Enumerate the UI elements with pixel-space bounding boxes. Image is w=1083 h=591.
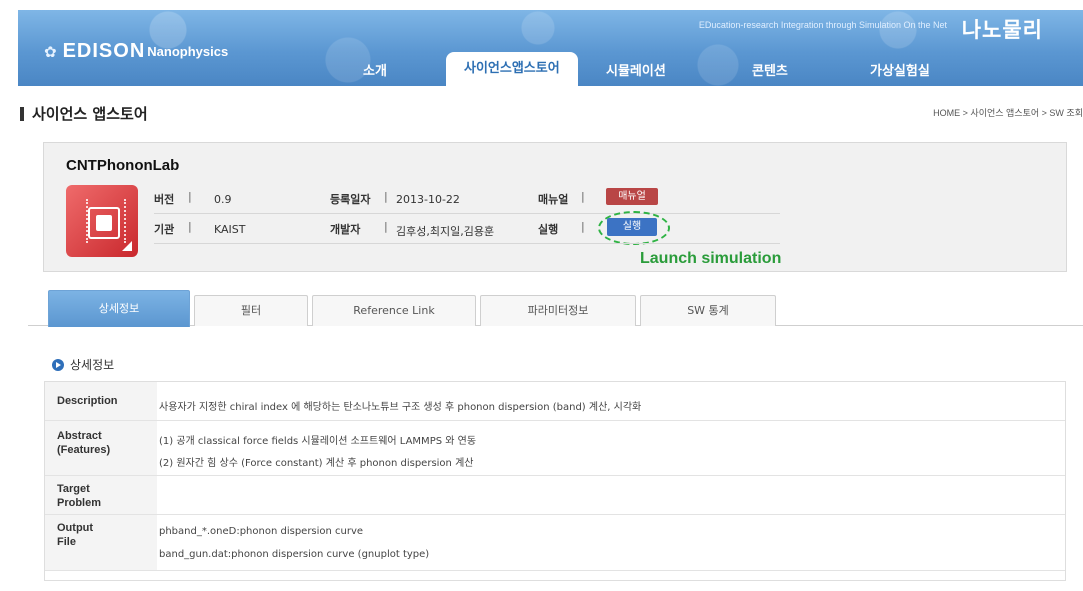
version-label: 버전: [154, 193, 175, 206]
detail-value: (2) 원자간 힘 상수 (Force constant) 계산 후 phono…: [159, 458, 474, 469]
tab-details[interactable]: 상세정보: [48, 290, 190, 327]
detail-value: (1) 공개 classical force fields 시뮬레이션 소프트웨…: [159, 436, 477, 447]
play-circle-icon: [52, 358, 64, 371]
separator: |: [384, 220, 388, 233]
chip-body: [88, 207, 120, 239]
tab-sw-stats[interactable]: SW 통계: [640, 295, 776, 326]
manual-button[interactable]: 매뉴얼: [606, 188, 658, 205]
tab-reference-link[interactable]: Reference Link: [312, 295, 476, 326]
separator: |: [188, 220, 192, 233]
separator: |: [188, 190, 192, 203]
manual-label: 매뉴얼: [538, 193, 569, 206]
separator: |: [581, 190, 585, 203]
row-divider: [154, 213, 780, 214]
table-divider: [45, 475, 1065, 476]
developer-label: 개발자: [330, 223, 361, 236]
registered-label: 등록일자: [330, 193, 371, 206]
app-name: CNTPhononLab: [66, 157, 180, 174]
nav-virtual-lab[interactable]: 가상실험실: [870, 60, 930, 79]
breadcrumb: HOME > 사이언스 앱스토어 > SW 조회: [933, 108, 1083, 118]
title-marker: [20, 106, 24, 121]
page-title: 사이언스 앱스토어: [20, 103, 148, 124]
separator: |: [384, 190, 388, 203]
nav-simulation[interactable]: 시뮬레이션: [606, 60, 666, 79]
tab-parameter-info[interactable]: 파라미터정보: [480, 295, 636, 326]
app-info-card: CNTPhononLab 버전 | 0.9 등록일자 | 2013-10-22 …: [43, 142, 1067, 272]
run-label: 실행: [538, 223, 559, 236]
version-value: 0.9: [214, 193, 232, 206]
nav-intro[interactable]: 소개: [363, 60, 387, 79]
brand-korean: 나노물리: [961, 18, 1043, 42]
table-divider: [45, 420, 1065, 421]
org-value: KAIST: [214, 223, 246, 236]
chip-icon: [66, 185, 138, 257]
site-tagline: EDucation-research Integration through S…: [698, 20, 947, 30]
page-title-text: 사이언스 앱스토어: [32, 105, 148, 123]
detail-value: phband_*.oneD:phonon dispersion curve: [159, 526, 364, 537]
detail-value: 사용자가 지정한 chiral index 에 해당하는 탄소나노튜브 구조 생…: [159, 402, 642, 413]
section-title-text: 상세정보: [70, 358, 115, 372]
main-nav: 소개 사이언스앱스토어 시뮬레이션 콘텐츠 가상실험실: [18, 52, 1083, 86]
tab-filter[interactable]: 필터: [194, 295, 308, 326]
detail-label: Abstract (Features): [45, 421, 157, 475]
detail-table: Description 사용자가 지정한 chiral index 에 해당하는…: [44, 381, 1066, 581]
developer-value: 김후성,최지일,김용훈: [396, 225, 495, 238]
detail-label: Description: [45, 382, 157, 420]
detail-value: band_gun.dat:phonon dispersion curve (gn…: [159, 549, 430, 560]
run-button[interactable]: 실행: [607, 218, 657, 236]
site-header: ✿ EDISON Nanophysics EDucation-research …: [18, 10, 1083, 86]
nav-science-appstore[interactable]: 사이언스앱스토어: [446, 52, 578, 86]
separator: |: [581, 220, 585, 233]
nav-contents[interactable]: 콘텐츠: [752, 60, 788, 79]
section-title: 상세정보: [52, 356, 114, 373]
registered-value: 2013-10-22: [396, 193, 460, 206]
detail-label: Output File: [45, 515, 157, 570]
table-divider: [45, 514, 1065, 515]
launch-annotation: Launch simulation: [640, 250, 782, 267]
icon-corner: [122, 241, 132, 251]
table-divider: [45, 570, 1065, 571]
org-label: 기관: [154, 223, 175, 236]
row-divider: [154, 243, 780, 244]
detail-label: Target Problem: [45, 476, 157, 514]
